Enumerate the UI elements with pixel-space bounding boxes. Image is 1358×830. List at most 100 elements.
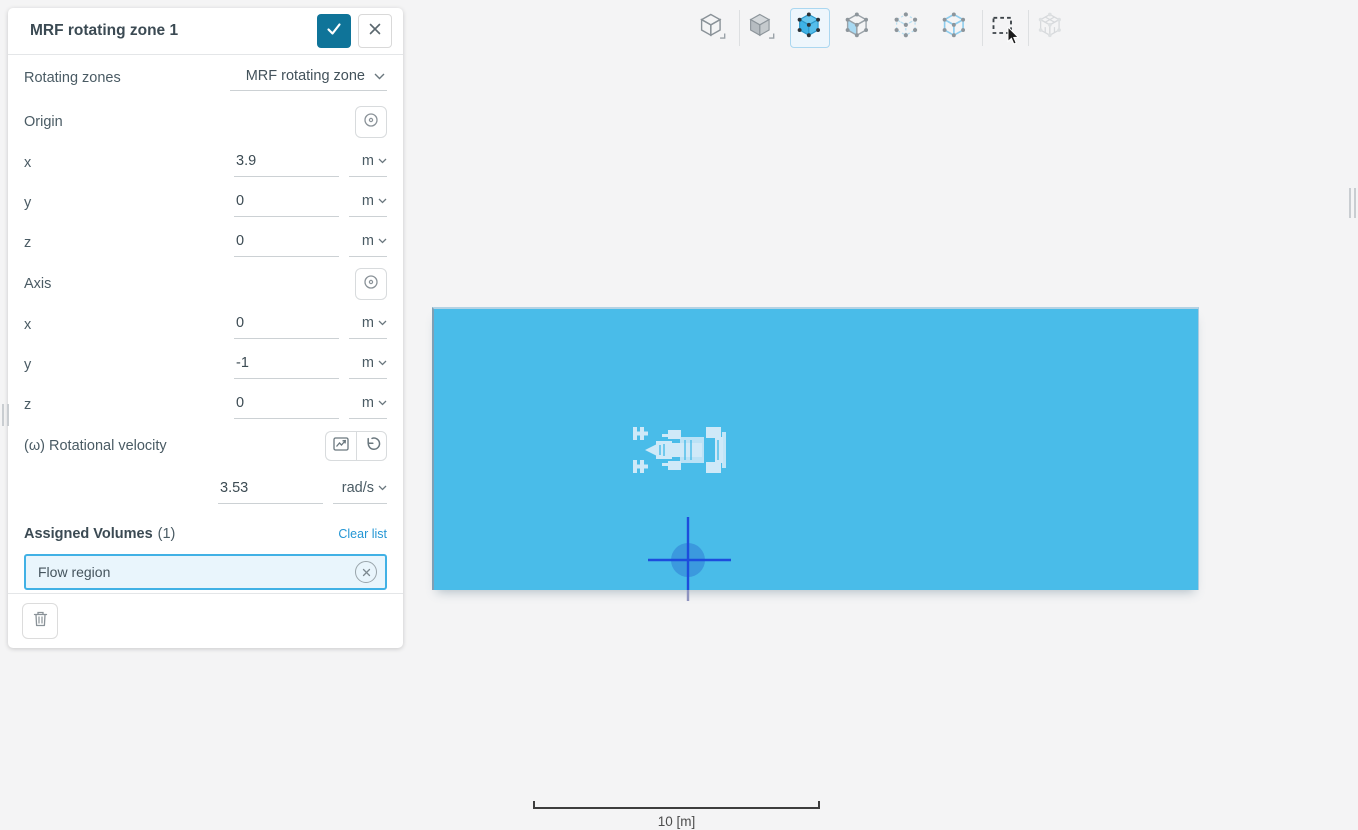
volume-select-cube-icon [795, 11, 825, 46]
axis-y-row: y -1 m [24, 345, 387, 385]
box-select-icon [990, 12, 1018, 45]
assigned-volumes-count: (1) [157, 526, 176, 542]
scale-bar [533, 801, 820, 809]
chevron-down-icon [378, 158, 387, 164]
axis-z-unit-select[interactable]: m [349, 392, 387, 419]
origin-pick-button[interactable] [355, 106, 387, 138]
rotating-zones-row: Rotating zones MRF rotating zone [24, 55, 387, 101]
panel-header: MRF rotating zone 1 [8, 8, 403, 55]
origin-x-input[interactable]: 3.9 [234, 150, 339, 177]
target-icon [362, 111, 380, 133]
assigned-volume-item[interactable]: Flow region [24, 554, 387, 590]
undo-icon [363, 435, 381, 457]
chevron-down-icon [378, 320, 387, 326]
chevron-down-icon [378, 485, 387, 491]
panel-title: MRF rotating zone 1 [30, 22, 179, 39]
origin-label: Origin [24, 114, 63, 130]
assigned-volumes-header: Assigned Volumes (1) Clear list [24, 517, 387, 551]
axis-x-unit-select[interactable]: m [349, 312, 387, 339]
rotational-velocity-input[interactable]: 3.53 [218, 477, 323, 504]
axis-label: Axis [24, 276, 52, 292]
axis-x-input[interactable]: 0 [234, 312, 339, 339]
origin-z-row: z 0 m [24, 223, 387, 263]
rotational-velocity-label: (ω) Rotational velocity [24, 438, 167, 454]
trash-icon [32, 610, 49, 632]
origin-z-input[interactable]: 0 [234, 230, 339, 257]
box-select-button[interactable] [984, 8, 1024, 48]
axis-pick-button[interactable] [355, 268, 387, 300]
rotational-velocity-row: (ω) Rotational velocity [24, 425, 387, 467]
rotational-velocity-unit-select[interactable]: rad/s [333, 477, 387, 504]
target-icon [362, 273, 380, 295]
apply-button[interactable] [317, 14, 351, 48]
origin-row: Origin [24, 101, 387, 143]
origin-z-label: z [24, 235, 32, 251]
unit-label: m [361, 314, 374, 331]
unit-label: rad/s [341, 479, 374, 496]
remove-volume-button[interactable] [355, 561, 377, 583]
axis-z-label: z [24, 397, 32, 413]
origin-z-unit-select[interactable]: m [349, 230, 387, 257]
assembly-cube-icon [1036, 11, 1066, 46]
toolbar-divider [1028, 10, 1029, 46]
right-panel-drag-handle[interactable] [1349, 188, 1356, 218]
origin-y-input[interactable]: 0 [234, 190, 339, 217]
reset-button[interactable] [356, 431, 387, 461]
solid-cube-icon [746, 11, 776, 46]
delete-button[interactable] [22, 603, 58, 639]
axis-z-row: z 0 m [24, 385, 387, 425]
car-model[interactable] [632, 424, 732, 481]
axis-x-label: x [24, 317, 32, 333]
check-icon [325, 20, 343, 42]
origin-x-row: x 3.9 m [24, 143, 387, 183]
origin-y-row: y 0 m [24, 183, 387, 223]
render-mode-wireframe-button[interactable] [692, 8, 732, 48]
axis-y-label: y [24, 357, 32, 373]
chart-line-icon [332, 435, 350, 457]
unit-label: m [361, 394, 374, 411]
axis-row: Axis [24, 263, 387, 305]
table-input-button[interactable] [325, 431, 356, 461]
origin-x-label: x [24, 155, 32, 171]
chevron-down-icon [378, 238, 387, 244]
chevron-down-icon [378, 198, 387, 204]
origin-y-label: y [24, 195, 32, 211]
rotating-zones-value: MRF rotating zone [245, 68, 365, 84]
mrf-settings-panel: MRF rotating zone 1 Rotating zones MRF r… [8, 8, 403, 648]
vertex-select-cube-icon [892, 11, 922, 46]
select-vertices-button[interactable] [887, 8, 927, 48]
assigned-volumes-label: Assigned Volumes [24, 526, 153, 542]
chevron-down-icon [378, 360, 387, 366]
volume-name: Flow region [38, 564, 111, 580]
unit-label: m [361, 192, 374, 209]
cancel-button[interactable] [358, 14, 392, 48]
unit-label: m [361, 152, 374, 169]
toolbar-divider [982, 10, 983, 46]
axis-x-row: x 0 m [24, 305, 387, 345]
flow-region-box[interactable] [432, 307, 1199, 590]
unit-label: m [361, 232, 374, 249]
unit-label: m [361, 354, 374, 371]
render-mode-solid-button[interactable] [741, 8, 781, 48]
clear-list-link[interactable]: Clear list [338, 527, 387, 541]
edge-select-cube-icon [940, 11, 970, 46]
axis-z-input[interactable]: 0 [234, 392, 339, 419]
close-icon [368, 22, 382, 40]
select-faces-button[interactable] [838, 8, 878, 48]
select-volumes-button[interactable] [790, 8, 830, 48]
wireframe-cube-icon [697, 11, 727, 46]
rotational-velocity-value-row: 3.53 rad/s [24, 467, 387, 513]
origin-y-unit-select[interactable]: m [349, 190, 387, 217]
scale-bar-label: 10 [m] [657, 814, 696, 829]
left-panel-drag-handle[interactable] [2, 404, 9, 426]
toolbar-divider [739, 10, 740, 46]
axis-y-input[interactable]: -1 [234, 352, 339, 379]
chevron-down-icon [374, 73, 385, 80]
rotating-zones-select[interactable]: MRF rotating zone [230, 65, 387, 91]
axis-y-unit-select[interactable]: m [349, 352, 387, 379]
panel-footer [8, 593, 403, 648]
origin-x-unit-select[interactable]: m [349, 150, 387, 177]
assembly-select-button [1031, 8, 1071, 48]
face-select-cube-icon [843, 11, 873, 46]
select-edges-button[interactable] [935, 8, 975, 48]
